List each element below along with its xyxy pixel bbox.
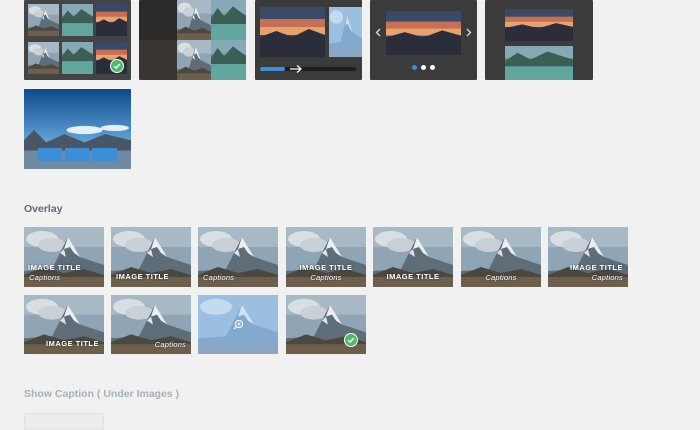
overlay-caption: Captions — [310, 273, 342, 282]
layout-option-slider-progress[interactable] — [255, 0, 362, 80]
overlay-caption: Captions — [203, 273, 235, 282]
chevron-left-icon[interactable] — [375, 28, 381, 37]
overlay-title: IMAGE TITLE — [299, 263, 353, 272]
overlay-title: IMAGE TITLE — [28, 263, 81, 272]
overlay-option-caption[interactable]: Captions — [198, 227, 278, 287]
overlay-option-title-caption-center[interactable]: IMAGE TITLE Captions — [286, 227, 366, 287]
overlay-option-zoom[interactable] — [198, 295, 278, 354]
check-circle-icon — [344, 333, 358, 347]
overlay-caption: Captions — [485, 273, 517, 282]
carousel-dot[interactable] — [412, 65, 417, 70]
layout-option-carousel[interactable] — [370, 0, 477, 80]
carousel-dots — [412, 65, 435, 70]
overlay-title: IMAGE TITLE — [570, 263, 623, 272]
overlay-option-title-right[interactable]: IMAGE TITLE — [24, 295, 104, 354]
overlay-caption: Captions — [591, 273, 623, 282]
overlay-option-caption-right[interactable]: Captions — [111, 295, 191, 354]
check-circle-icon — [110, 59, 124, 73]
zoom-in-icon — [233, 319, 244, 330]
caption-option-partial[interactable] — [24, 413, 104, 430]
overlay-option-caption-center[interactable]: Captions — [461, 227, 541, 287]
layout-option-masonry[interactable] — [24, 89, 131, 169]
overlay-title: IMAGE TITLE — [386, 272, 440, 281]
carousel-dot[interactable] — [430, 65, 435, 70]
overlay-option-none[interactable] — [286, 295, 366, 354]
layout-option-grid[interactable] — [24, 0, 131, 80]
carousel-dot[interactable] — [421, 65, 426, 70]
overlay-section-title: Overlay — [24, 203, 63, 215]
overlay-option-title-center[interactable]: IMAGE TITLE — [373, 227, 453, 287]
layout-option-mosaic[interactable] — [139, 0, 246, 80]
chevron-right-icon[interactable] — [466, 28, 472, 37]
overlay-option-title-caption-right[interactable]: IMAGE TITLE Captions — [548, 227, 628, 287]
overlay-option-title-caption[interactable]: IMAGE TITLE Captions — [24, 227, 104, 287]
arrow-right-icon — [290, 65, 302, 73]
overlay-title: IMAGE TITLE — [116, 272, 169, 281]
progress-bar — [260, 67, 356, 71]
overlay-caption: Captions — [29, 273, 61, 282]
layout-option-stacked[interactable] — [485, 0, 593, 80]
show-caption-section-title: Show Caption ( Under Images ) — [24, 388, 180, 400]
overlay-title: IMAGE TITLE — [46, 339, 99, 348]
overlay-option-title[interactable]: IMAGE TITLE — [111, 227, 191, 287]
overlay-caption: Captions — [154, 340, 186, 349]
